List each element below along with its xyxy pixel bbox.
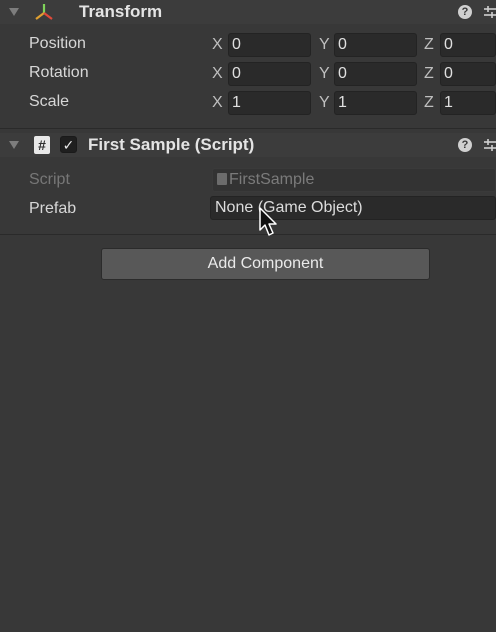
script-value: FirstSample (229, 171, 315, 188)
script-file-icon (217, 173, 227, 185)
transform-title: Transform (79, 2, 163, 21)
position-row: Position X 0 Y 0 Z 0 (0, 31, 496, 60)
y-axis-label[interactable]: Y (319, 36, 330, 54)
preset-icon[interactable] (482, 5, 496, 19)
hash-icon: # (34, 136, 50, 154)
add-component-button[interactable]: Add Component (101, 248, 430, 280)
scale-y-field[interactable]: 1 (334, 91, 417, 115)
prefab-field[interactable]: None (Game Object) (210, 196, 496, 220)
scale-row: Scale X 1 Y 1 Z 1 (0, 89, 496, 118)
position-y-field[interactable]: 0 (334, 33, 417, 57)
component-divider (0, 234, 496, 235)
y-axis-label[interactable]: Y (319, 65, 330, 83)
rotation-z-field[interactable]: 0 (440, 62, 496, 86)
x-axis-label[interactable]: X (212, 94, 223, 112)
script-component-title: First Sample (Script) (88, 135, 255, 154)
z-axis-label[interactable]: Z (424, 65, 434, 83)
z-axis-label[interactable]: Z (424, 36, 434, 54)
x-axis-label[interactable]: X (212, 65, 223, 83)
scale-z-field[interactable]: 1 (440, 91, 496, 115)
prefab-label: Prefab (29, 200, 77, 217)
axes-icon (35, 4, 53, 20)
foldout-arrow-icon[interactable] (9, 141, 19, 149)
component-enabled-checkbox[interactable]: ✓ (60, 136, 77, 153)
inspector-panel: Transform ? Position X 0 Y 0 Z 0 Rotatio… (0, 0, 496, 632)
scale-label: Scale (29, 93, 70, 110)
y-axis-label[interactable]: Y (319, 94, 330, 112)
rotation-x-field[interactable]: 0 (228, 62, 311, 86)
position-z-field[interactable]: 0 (440, 33, 496, 57)
rotation-row: Rotation X 0 Y 0 Z 0 (0, 60, 496, 89)
help-icon[interactable]: ? (458, 138, 472, 152)
position-label: Position (29, 35, 86, 52)
script-component-header[interactable]: # ✓ First Sample (Script) ? (0, 133, 496, 157)
help-icon[interactable]: ? (458, 5, 472, 19)
x-axis-label[interactable]: X (212, 36, 223, 54)
scale-x-field[interactable]: 1 (228, 91, 311, 115)
prefab-value: None (Game Object) (215, 199, 363, 216)
script-field: FirstSample (212, 168, 496, 192)
z-axis-label[interactable]: Z (424, 94, 434, 112)
component-divider (0, 128, 496, 129)
preset-icon[interactable] (482, 138, 496, 152)
mouse-cursor-icon (259, 207, 277, 236)
foldout-arrow-icon[interactable] (9, 8, 19, 16)
rotation-label: Rotation (29, 64, 89, 81)
rotation-y-field[interactable]: 0 (334, 62, 417, 86)
script-label: Script (29, 171, 70, 188)
position-x-field[interactable]: 0 (228, 33, 311, 57)
transform-header[interactable]: Transform ? (0, 0, 496, 24)
